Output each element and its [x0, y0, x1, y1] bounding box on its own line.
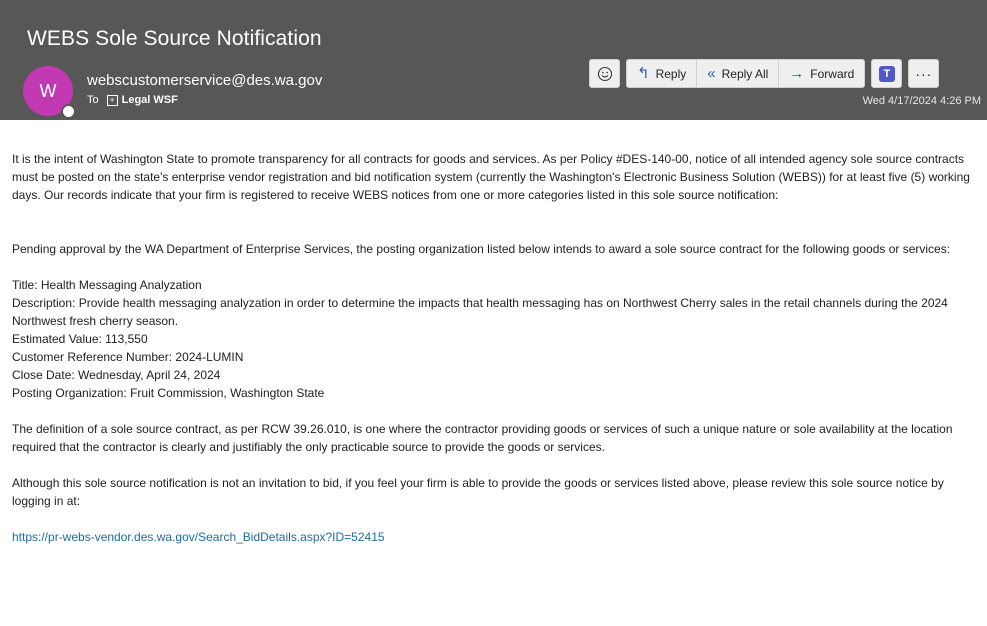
message-actions: ↰ Reply « Reply All → Forward T ··· — [589, 59, 940, 88]
reply-all-button[interactable]: « Reply All — [697, 60, 780, 87]
close-date-line: Close Date: Wednesday, April 24, 2024 — [12, 368, 221, 382]
avatar-initial: W — [39, 80, 57, 101]
emoji-icon — [597, 66, 612, 81]
presence-status-icon — [61, 104, 76, 119]
forward-button[interactable]: → Forward — [779, 60, 864, 87]
reply-all-icon: « — [707, 65, 716, 82]
posting-organization-line: Posting Organization: Fruit Commission, … — [12, 386, 325, 400]
reply-button-group: ↰ Reply « Reply All → Forward — [626, 59, 866, 88]
reply-icon: ↰ — [637, 65, 650, 82]
estimated-value-line: Estimated Value: 113,550 — [12, 332, 148, 346]
recipient-name[interactable]: Legal WSF — [122, 94, 178, 106]
sender-address[interactable]: webscustomerservice@des.wa.gov — [87, 72, 322, 89]
title-line: Title: Health Messaging Analyzation — [12, 278, 202, 292]
message-header: WEBS Sole Source Notification W webscust… — [0, 0, 987, 120]
intro-paragraph: It is the intent of Washington State to … — [12, 152, 970, 202]
teams-icon: T — [878, 65, 895, 82]
description-line: Description: Provide health messaging an… — [12, 296, 948, 328]
to-label: To — [87, 94, 99, 106]
emoji-reaction-button[interactable] — [589, 59, 620, 88]
reply-all-label: Reply All — [721, 66, 769, 81]
message-subject: WEBS Sole Source Notification — [27, 27, 322, 50]
customer-reference-line: Customer Reference Number: 2024-LUMIN — [12, 350, 244, 364]
forward-label: Forward — [810, 66, 855, 81]
review-paragraph: Although this sole source notification i… — [12, 476, 944, 508]
expand-icon[interactable]: + — [106, 94, 118, 106]
reply-button[interactable]: ↰ Reply — [627, 60, 698, 87]
more-icon: ··· — [915, 65, 933, 82]
forward-icon: → — [789, 65, 805, 82]
bid-details-link[interactable]: https://pr-webs-vendor.des.wa.gov/Search… — [12, 530, 385, 544]
pending-paragraph: Pending approval by the WA Department of… — [12, 242, 951, 256]
message-body: It is the intent of Washington State to … — [12, 150, 980, 546]
teams-share-button[interactable]: T — [871, 59, 903, 88]
reply-label: Reply — [655, 66, 687, 81]
recipient-line: To + Legal WSF — [87, 94, 178, 106]
definition-paragraph: The definition of a sole source contract… — [12, 422, 953, 454]
more-actions-button[interactable]: ··· — [908, 59, 940, 88]
message-timestamp: Wed 4/17/2024 4:26 PM — [862, 95, 981, 107]
